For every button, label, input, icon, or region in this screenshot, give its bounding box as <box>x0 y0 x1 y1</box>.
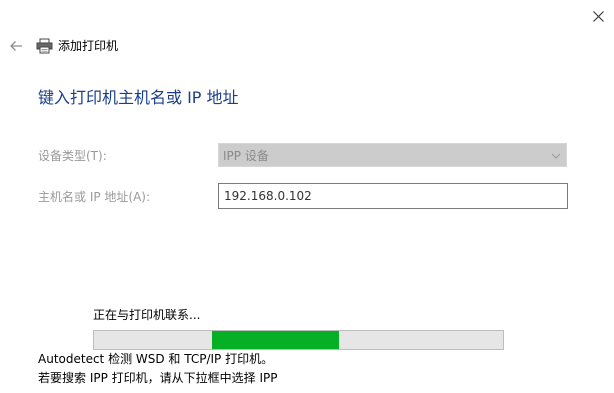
progress-fill <box>212 331 339 349</box>
device-type-value: IPP 设备 <box>223 149 269 163</box>
progress-bar <box>93 330 504 350</box>
status-text: 正在与打印机联系... <box>93 308 201 322</box>
host-field[interactable] <box>218 183 568 209</box>
info-text-1: Autodetect 检测 WSD 和 TCP/IP 打印机。 <box>38 352 274 366</box>
info-text-2: 若要搜索 IPP 打印机，请从下拉框中选择 IPP <box>38 371 278 385</box>
chevron-down-icon <box>551 153 561 159</box>
close-button[interactable] <box>588 6 608 26</box>
printer-icon <box>36 38 53 54</box>
close-icon <box>592 10 604 22</box>
device-type-select[interactable]: IPP 设备 <box>218 143 567 167</box>
back-button[interactable] <box>8 38 24 54</box>
host-input[interactable] <box>219 184 567 208</box>
back-arrow-icon <box>10 41 22 51</box>
page-heading: 键入打印机主机名或 IP 地址 <box>38 88 239 107</box>
host-label: 主机名或 IP 地址(A): <box>38 190 151 204</box>
dialog-title: 添加打印机 <box>58 39 119 53</box>
device-type-label: 设备类型(T): <box>38 149 107 163</box>
